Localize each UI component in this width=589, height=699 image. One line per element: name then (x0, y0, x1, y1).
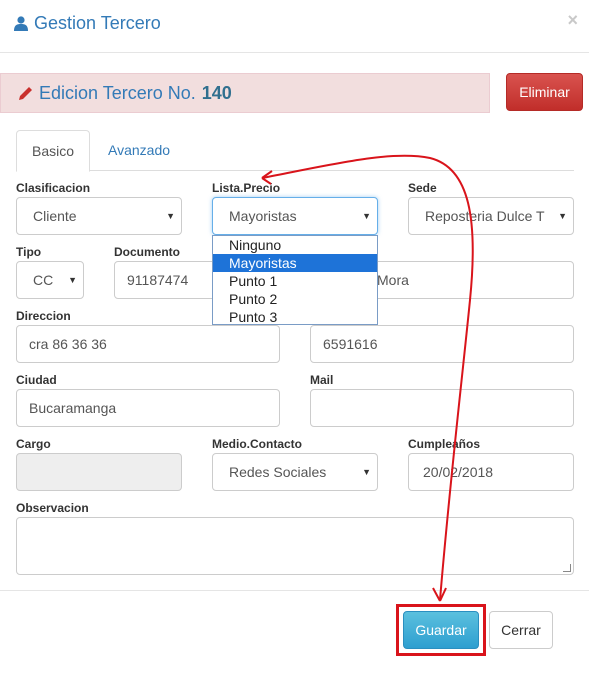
chevron-down-icon: ▼ (68, 275, 77, 285)
tab-bar: Basico Avanzado (16, 130, 574, 172)
sede-value: Reposteria Dulce T (425, 208, 545, 224)
mail-input[interactable] (310, 389, 574, 427)
ciudad-input[interactable]: Bucaramanga (16, 389, 280, 427)
user-icon (14, 16, 28, 31)
medio-contacto-select[interactable]: Redes Sociales ▼ (212, 453, 378, 491)
dropdown-option-selected[interactable]: Mayoristas (213, 254, 377, 272)
tipo-select[interactable]: CC ▼ (16, 261, 84, 299)
footer-divider (0, 590, 589, 591)
modal-header: Gestion Tercero × (0, 0, 589, 53)
telefono-input[interactable]: 6591616 (310, 325, 574, 363)
direccion-label: Direccion (16, 309, 71, 323)
tab-avanzado[interactable]: Avanzado (93, 130, 185, 171)
chevron-down-icon: ▼ (166, 211, 175, 221)
chevron-down-icon: ▼ (362, 467, 371, 477)
clasificacion-value: Cliente (33, 208, 77, 224)
dropdown-option[interactable]: Ninguno (213, 236, 377, 254)
modal-title-text: Gestion Tercero (34, 13, 161, 33)
clasificacion-label: Clasificacion (16, 181, 91, 195)
lista-precio-label: Lista.Precio (212, 181, 281, 195)
medio-contacto-value: Redes Sociales (229, 464, 327, 480)
cargo-label: Cargo (16, 437, 51, 451)
close-button[interactable]: Cerrar (489, 611, 553, 649)
tipo-label: Tipo (16, 245, 42, 259)
cumpleanos-label: Cumpleaños (408, 437, 481, 451)
record-number: 140 (201, 82, 232, 103)
dropdown-option[interactable]: Punto 1 (213, 272, 377, 290)
mail-label: Mail (310, 373, 334, 387)
edit-banner: Edicion Tercero No. 140 (0, 73, 490, 113)
close-icon[interactable]: × (567, 10, 578, 31)
lista-precio-value: Mayoristas (229, 208, 297, 224)
lista-precio-dropdown: Ninguno Mayoristas Punto 1 Punto 2 Punto… (212, 235, 378, 325)
sede-label: Sede (408, 181, 437, 195)
sede-select[interactable]: Reposteria Dulce T ▼ (408, 197, 574, 235)
cargo-input (16, 453, 182, 491)
chevron-down-icon: ▼ (362, 211, 371, 221)
pencil-icon (19, 86, 32, 100)
dropdown-option[interactable]: Punto 3 (213, 308, 377, 326)
direccion-input[interactable]: cra 86 36 36 (16, 325, 280, 363)
annotation-highlight-box (396, 604, 486, 656)
medio-contacto-label: Medio.Contacto (212, 437, 302, 451)
tab-basico[interactable]: Basico (16, 130, 90, 172)
ciudad-label: Ciudad (16, 373, 57, 387)
dropdown-option[interactable]: Punto 2 (213, 290, 377, 308)
documento-label: Documento (114, 245, 180, 259)
cumpleanos-input[interactable]: 20/02/2018 (408, 453, 574, 491)
lista-precio-select[interactable]: Mayoristas ▼ (212, 197, 378, 235)
chevron-down-icon: ▼ (558, 211, 567, 221)
delete-button[interactable]: Eliminar (506, 73, 583, 111)
modal-title: Gestion Tercero (14, 13, 161, 34)
observacion-textarea[interactable] (16, 517, 574, 575)
observacion-label: Observacion (16, 501, 89, 515)
clasificacion-select[interactable]: Cliente ▼ (16, 197, 182, 235)
tipo-value: CC (33, 272, 54, 288)
edit-banner-label: Edicion Tercero No. (39, 82, 196, 103)
resize-handle[interactable] (563, 564, 571, 572)
